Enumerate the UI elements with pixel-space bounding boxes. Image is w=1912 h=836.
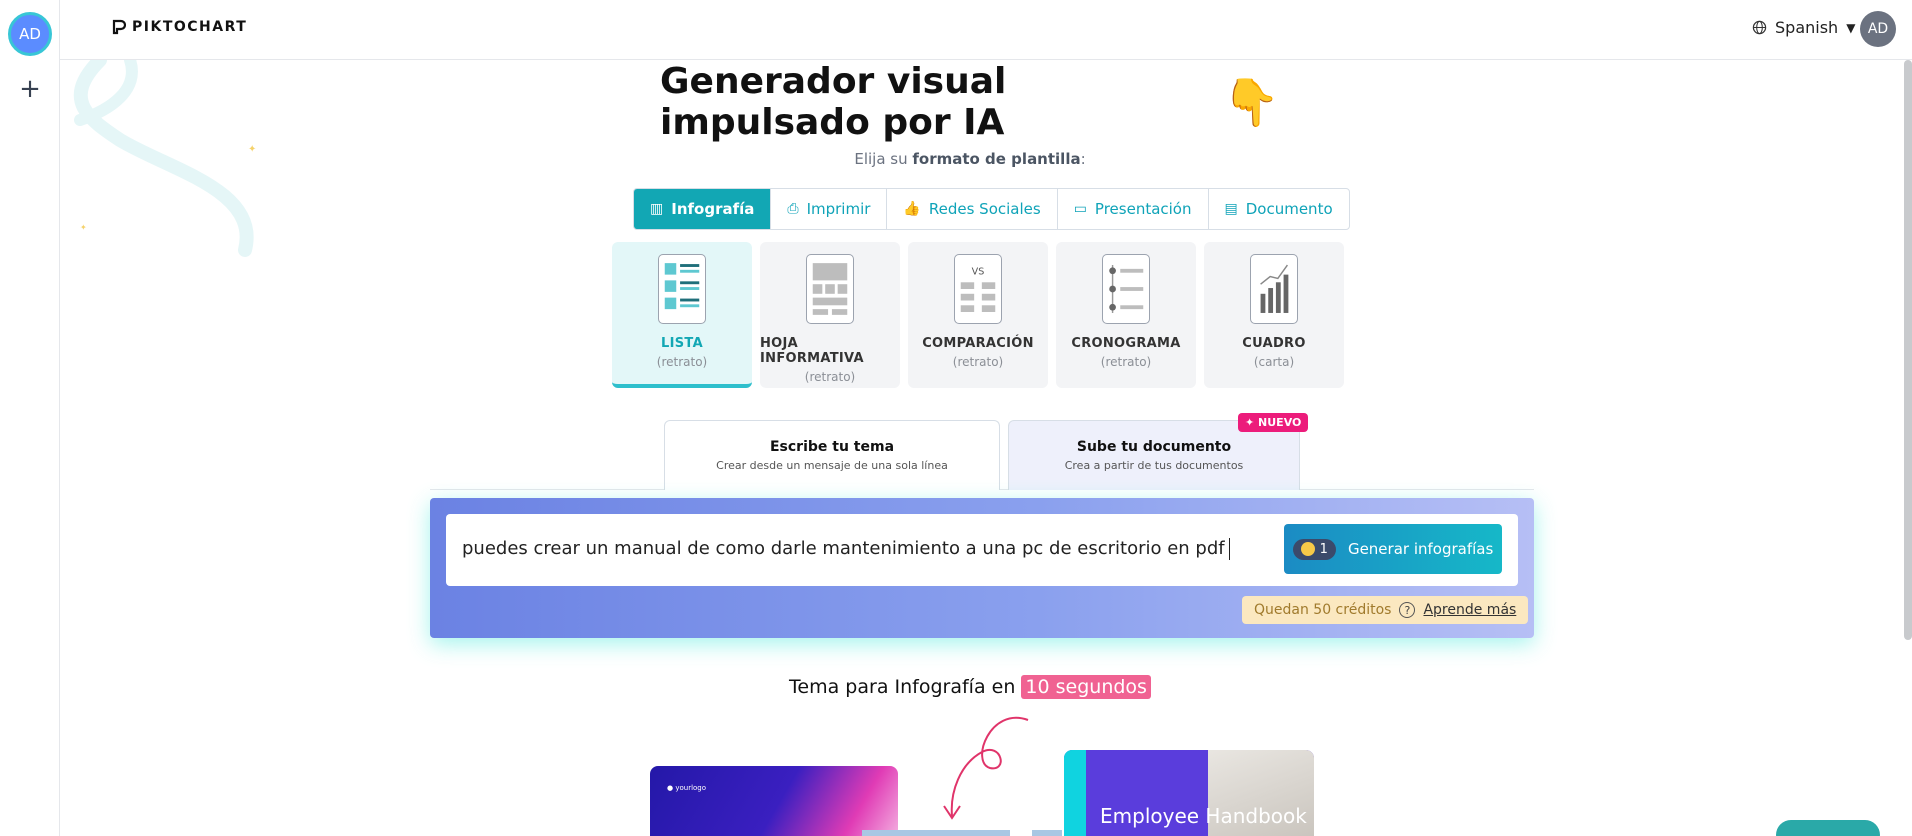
tab-label: Imprimir	[806, 200, 871, 218]
svg-text:✦: ✦	[80, 223, 87, 232]
globe-icon	[1752, 20, 1767, 35]
subtitle-prefix: Elija su	[854, 150, 913, 168]
learn-more-link[interactable]: Aprende más	[1423, 602, 1516, 618]
vs-label: VS	[972, 267, 985, 278]
page-title: Generador visual impulsado por IA	[660, 61, 1007, 143]
curved-arrow-icon	[943, 716, 1029, 820]
prompt-input[interactable]: puedes crear un manual de como darle man…	[446, 514, 1518, 586]
comparison-template-icon: VS	[954, 254, 1002, 324]
template-card-sub: (retrato)	[1100, 355, 1152, 369]
coin-icon	[1300, 542, 1315, 556]
piktochart-logo[interactable]: PIKTOCHART	[112, 19, 247, 35]
preview-infographic-left[interactable]: ● yourlogo	[650, 766, 898, 836]
template-card-name: CRONOGRAMA	[1071, 336, 1181, 351]
chart-template-icon	[1250, 254, 1298, 324]
top-bar: PIKTOCHART Spanish ▼ AD	[60, 0, 1912, 60]
text-cursor	[1228, 538, 1230, 560]
source-tab-title: Sube tu documento	[1076, 439, 1232, 455]
preview-title: Employee Handbook	[1100, 804, 1307, 828]
flyer-template-icon	[806, 254, 854, 324]
preview-logo-label: yourlogo	[675, 784, 707, 792]
language-selector[interactable]: Spanish ▼	[1752, 18, 1855, 37]
source-tabs: Escribe tu tema Crear desde un mensaje d…	[430, 413, 1534, 490]
credits-remaining: Quedan 50 créditos	[1254, 602, 1392, 618]
template-card-sub: (carta)	[1253, 355, 1295, 369]
help-chat-button[interactable]	[1776, 820, 1880, 836]
hero-title-row: Generador visual impulsado por IA 👇	[660, 61, 1280, 143]
pointing-down-icon: 👇	[1222, 75, 1280, 129]
timeline-template-icon	[1102, 254, 1150, 324]
help-icon[interactable]: ?	[1399, 602, 1416, 618]
template-format-subtitle: Elija su formato de plantilla:	[760, 150, 1180, 168]
thumbs-up-icon: 👍	[903, 201, 921, 217]
tab-redes-sociales[interactable]: 👍 Redes Sociales	[887, 189, 1058, 229]
template-card-sub: (retrato)	[804, 370, 856, 384]
language-label: Spanish	[1775, 18, 1839, 37]
topic-prefix: Tema para Infografía en	[789, 676, 1022, 698]
subtitle-bold: formato de plantilla	[912, 150, 1081, 168]
template-card-name: HOJA INFORMATIVA	[760, 336, 864, 366]
preview-infographic-middle-2[interactable]	[1032, 830, 1062, 836]
template-cards: LISTA (retrato) HOJA INFORMATIVA (retrat…	[612, 242, 1344, 388]
plus-icon[interactable]: +	[17, 76, 43, 102]
prompt-text: puedes crear un manual de como darle man…	[462, 538, 1225, 559]
sparkle-icon: ✦	[1245, 416, 1259, 429]
tab-label: Documento	[1245, 200, 1333, 218]
caret-down-icon: ▼	[1846, 20, 1856, 35]
template-card-sub: (retrato)	[952, 355, 1004, 369]
presentation-icon: ▭	[1073, 201, 1087, 217]
prompt-panel: puedes crear un manual de como darle man…	[430, 498, 1534, 638]
scrollbar[interactable]	[1904, 60, 1912, 640]
generate-label: Generar infografías	[1347, 540, 1494, 558]
source-tab-subtitle: Crear desde un mensaje de una sola línea	[716, 459, 948, 472]
decorative-swirl: ✦ ✦	[73, 60, 256, 257]
tab-label: Redes Sociales	[928, 200, 1041, 218]
svg-text:✦: ✦	[248, 144, 256, 155]
tab-presentacion[interactable]: ▭ Presentación	[1058, 189, 1209, 229]
format-tabs: ▥ Infografía ⎙ Imprimir 👍 Redes Sociales…	[633, 188, 1350, 230]
preview-logo-text: ● yourlogo	[667, 784, 707, 792]
logo-icon	[112, 19, 126, 35]
new-badge-label: NUEVO	[1258, 416, 1302, 429]
rail-avatar[interactable]: AD	[8, 12, 52, 56]
credit-cost: 1	[1319, 541, 1328, 557]
infographic-icon: ▥	[650, 201, 664, 217]
template-card-cuadro[interactable]: CUADRO (carta)	[1204, 242, 1344, 388]
template-card-sub: (retrato)	[656, 355, 708, 369]
tab-documento[interactable]: ▤ Documento	[1209, 189, 1349, 229]
tab-escribe-tu-tema[interactable]: Escribe tu tema Crear desde un mensaje d…	[664, 420, 1000, 490]
template-card-hoja-informativa[interactable]: HOJA INFORMATIVA (retrato)	[760, 242, 900, 388]
preview-accent-stripe	[1064, 750, 1086, 836]
tab-label: Presentación	[1094, 200, 1192, 218]
template-card-name: LISTA	[661, 336, 703, 351]
subtitle-suffix: :	[1080, 150, 1086, 168]
list-template-icon	[658, 254, 706, 324]
document-icon: ▤	[1224, 201, 1238, 217]
template-card-lista[interactable]: LISTA (retrato)	[612, 242, 752, 388]
preview-infographic-middle[interactable]	[862, 830, 1010, 836]
source-tab-subtitle: Crea a partir de tus documentos	[1064, 459, 1244, 472]
template-card-name: CUADRO	[1242, 336, 1306, 351]
credits-info: Quedan 50 créditos ? Aprende más	[1242, 596, 1529, 624]
tab-infografia[interactable]: ▥ Infografía	[634, 189, 772, 229]
credit-cost-pill: 1	[1292, 538, 1336, 560]
template-card-cronograma[interactable]: CRONOGRAMA (retrato)	[1056, 242, 1196, 388]
user-avatar[interactable]: AD	[1860, 11, 1896, 47]
left-rail: AD +	[0, 0, 60, 836]
prompt-input-value[interactable]: puedes crear un manual de como darle man…	[462, 538, 1230, 560]
tab-imprimir[interactable]: ⎙ Imprimir	[771, 189, 888, 229]
template-card-name: COMPARACIÓN	[922, 336, 1034, 351]
preview-infographic-right[interactable]: Employee Handbook	[1064, 750, 1314, 836]
tab-label: Infografía	[671, 200, 755, 218]
template-card-comparacion[interactable]: VS COMPARACIÓN (retrato)	[908, 242, 1048, 388]
print-icon: ⎙	[787, 201, 799, 217]
generate-infographics-button[interactable]: 1 Generar infografías	[1284, 524, 1502, 574]
topic-highlight: 10 segundos	[1021, 675, 1151, 699]
new-badge: ✦ NUEVO	[1238, 413, 1309, 432]
topic-headline: Tema para Infografía en 10 segundos	[760, 675, 1180, 699]
logo-text: PIKTOCHART	[132, 19, 248, 35]
source-tab-title: Escribe tu tema	[769, 439, 895, 455]
